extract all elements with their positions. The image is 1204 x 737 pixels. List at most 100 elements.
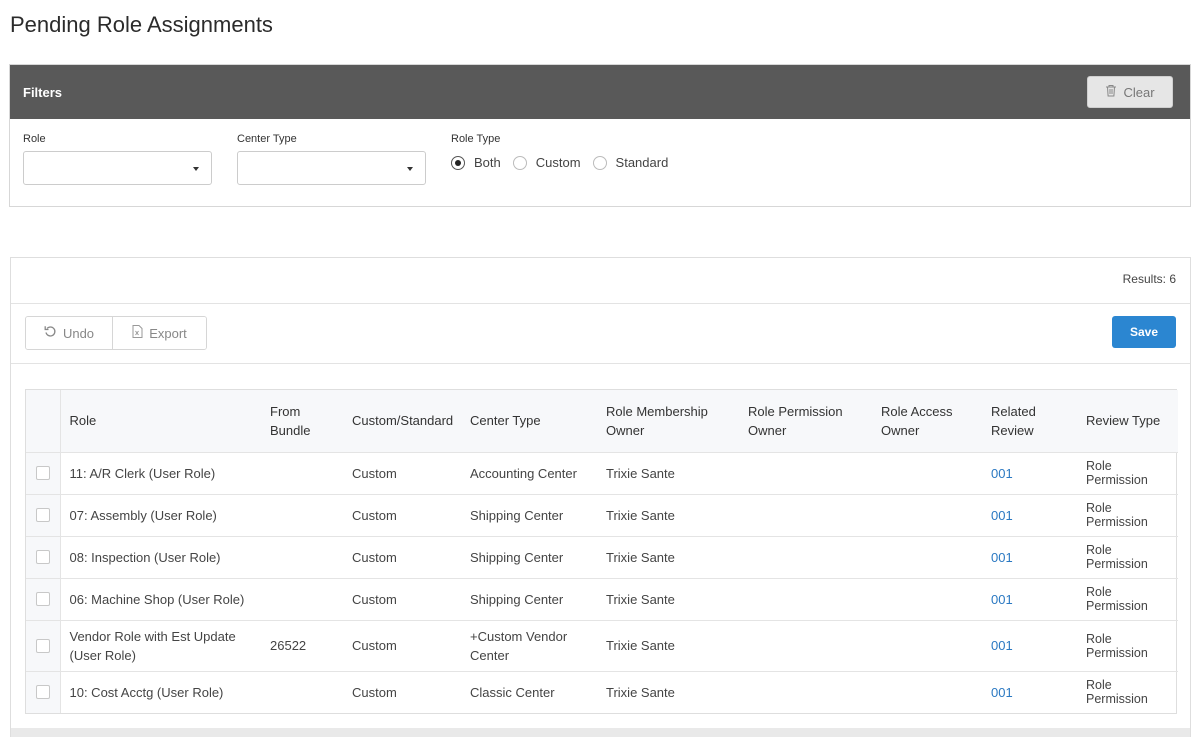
row-select-cell xyxy=(26,620,61,672)
related-review-link[interactable]: 001 xyxy=(991,685,1013,700)
radio-custom[interactable] xyxy=(512,155,527,170)
role-type-filter-label: Role Type xyxy=(451,133,501,145)
cell-review-type: Role Permission xyxy=(1077,578,1178,621)
results-count: Results: 6 xyxy=(1122,272,1176,286)
radio-standard[interactable] xyxy=(592,155,607,170)
row-checkbox[interactable] xyxy=(35,638,50,653)
cell-role: 10: Cost Acctg (User Role) xyxy=(69,684,224,700)
cell-review-type: Role Permission xyxy=(1077,494,1178,537)
cell-related-review: 001 xyxy=(982,452,1077,495)
cell-permission-owner xyxy=(739,578,872,621)
cell-center-type: Shipping Center xyxy=(461,578,597,621)
trash-icon xyxy=(1105,84,1117,100)
cell-permission-owner xyxy=(739,494,872,537)
filters-header: Filters Clear xyxy=(10,65,1190,119)
center-type-filter-label: Center Type xyxy=(237,133,297,145)
cell-membership-owner: Trixie Sante xyxy=(597,578,739,621)
cell-from-bundle xyxy=(261,452,343,495)
row-checkbox[interactable] xyxy=(35,550,50,565)
cell-role: 08: Inspection (User Role) xyxy=(60,536,261,579)
caret-down-icon xyxy=(193,167,199,171)
related-review-link[interactable]: 001 xyxy=(991,592,1013,607)
row-checkbox[interactable] xyxy=(35,466,50,481)
clear-button[interactable]: Clear xyxy=(1087,76,1173,108)
results-divider xyxy=(11,303,1190,304)
cell-permission-owner xyxy=(739,452,872,495)
role-select[interactable] xyxy=(23,151,212,185)
column-header-role-access-owner[interactable]: Role Access Owner xyxy=(872,390,982,453)
role-type-standard-option[interactable]: Standard xyxy=(592,155,669,170)
role-filter-label: Role xyxy=(23,133,46,145)
column-header-related-review[interactable]: Related Review xyxy=(982,390,1077,453)
cell-permission-owner xyxy=(739,620,872,672)
table-row: 11: A/R Clerk (User Role) Custom Account… xyxy=(26,452,1178,495)
column-header-role-membership-owner[interactable]: Role Membership Owner xyxy=(597,390,739,453)
cell-related-review: 001 xyxy=(982,536,1077,579)
table-row: 10: Cost Acctg (User Role) Custom Classi… xyxy=(26,671,1178,713)
row-select-cell xyxy=(26,494,61,537)
column-header-review-type[interactable]: Review Type xyxy=(1077,390,1178,453)
cell-membership-owner: Trixie Sante xyxy=(597,536,739,579)
save-button[interactable]: Save xyxy=(1112,316,1176,348)
cell-from-bundle xyxy=(261,671,343,713)
cell-permission-owner xyxy=(739,671,872,713)
column-header-role[interactable]: Role xyxy=(60,390,261,453)
table-row: 08: Inspection (User Role) Custom Shippi… xyxy=(26,536,1178,579)
export-label: Export xyxy=(149,325,187,341)
row-checkbox[interactable] xyxy=(35,592,50,607)
table-header-row: Role From Bundle Custom/Standard Center … xyxy=(26,390,1178,453)
radio-both-label: Both xyxy=(474,155,501,170)
header-select-cell xyxy=(26,390,61,453)
related-review-link[interactable]: 001 xyxy=(991,638,1013,653)
cell-custom-standard: Custom xyxy=(343,578,461,621)
cell-role: 07: Assembly (User Role) xyxy=(60,494,261,537)
export-button[interactable]: Export xyxy=(112,317,206,349)
undo-label: Undo xyxy=(62,325,95,341)
row-select-cell xyxy=(26,452,61,495)
cell-from-bundle xyxy=(261,536,343,579)
cell-custom-standard: Custom xyxy=(343,494,461,537)
cell-custom-standard: Custom xyxy=(352,684,397,700)
row-select-cell xyxy=(26,671,61,713)
cell-from-bundle xyxy=(261,494,343,537)
table-row: 07: Assembly (User Role) Custom Shipping… xyxy=(26,494,1178,537)
radio-standard-label: Standard xyxy=(615,155,669,170)
related-review-link[interactable]: 001 xyxy=(991,550,1013,565)
row-checkbox[interactable] xyxy=(35,508,50,523)
role-type-filter: Role Type Both Custom Standard xyxy=(451,133,680,170)
column-header-from-bundle[interactable]: From Bundle xyxy=(261,390,343,453)
cell-related-review: 001 xyxy=(982,578,1077,621)
row-checkbox[interactable] xyxy=(35,685,50,700)
cell-membership-owner: Trixie Sante xyxy=(606,684,675,700)
cell-access-owner xyxy=(872,620,982,672)
filters-panel: Filters Clear Role Center Type Role Type… xyxy=(9,64,1191,207)
column-header-center-type[interactable]: Center Type xyxy=(461,390,597,453)
center-type-filter: Center Type xyxy=(237,133,426,185)
row-select-cell xyxy=(26,578,61,621)
cell-role: Vendor Role with Est Update (User Role) xyxy=(60,620,261,672)
row-select-cell xyxy=(26,536,61,579)
radio-both[interactable] xyxy=(451,155,465,170)
role-type-both-option[interactable]: Both xyxy=(451,155,501,170)
undo-button[interactable]: Undo xyxy=(26,317,112,349)
column-header-role-permission-owner[interactable]: Role Permission Owner xyxy=(739,390,872,453)
column-header-custom-standard[interactable]: Custom/Standard xyxy=(343,390,461,453)
related-review-link[interactable]: 001 xyxy=(991,508,1013,523)
cell-review-type: Role Permission xyxy=(1077,452,1178,495)
table-row: 06: Machine Shop (User Role) Custom Ship… xyxy=(26,578,1178,621)
related-review-link[interactable]: 001 xyxy=(991,466,1013,481)
cell-center-type: Shipping Center xyxy=(461,536,597,579)
cell-center-type: +Custom Vendor Center xyxy=(461,620,597,672)
cell-access-owner xyxy=(872,578,982,621)
center-type-select[interactable] xyxy=(237,151,426,185)
role-type-custom-option[interactable]: Custom xyxy=(512,155,581,170)
action-toolbar: Undo Export xyxy=(25,316,207,350)
cell-from-bundle xyxy=(261,578,343,621)
cell-related-review: 001 xyxy=(982,494,1077,537)
cell-related-review: 001 xyxy=(982,671,1077,713)
cell-custom-standard: Custom xyxy=(343,452,461,495)
cell-review-type: Role Permission xyxy=(1077,620,1178,672)
results-panel: Results: 6 Undo Export Save Role From Bu… xyxy=(10,257,1191,737)
cell-review-type: Role Permission xyxy=(1077,536,1178,579)
horizontal-scrollbar[interactable] xyxy=(11,728,1190,737)
